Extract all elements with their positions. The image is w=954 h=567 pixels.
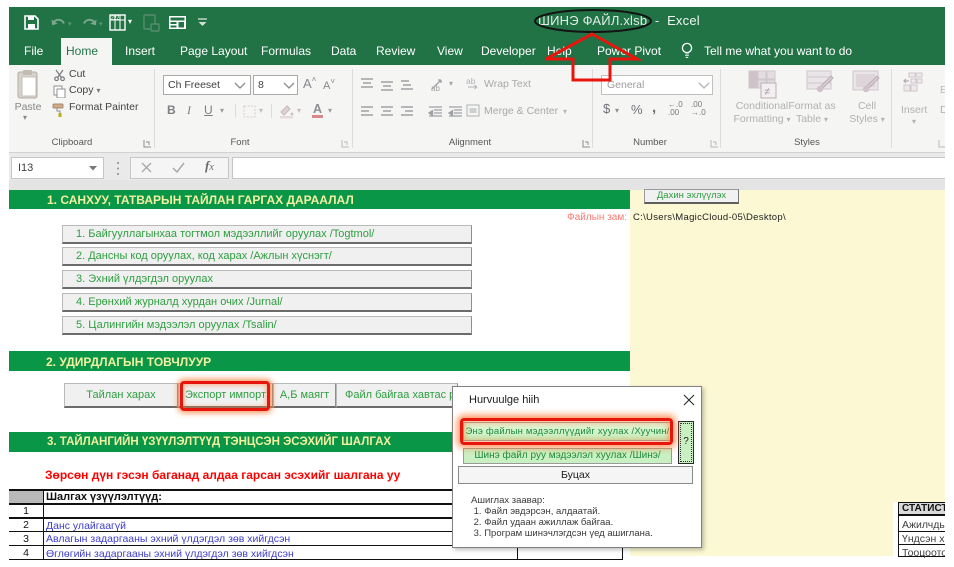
svg-text:222: 222 [111,16,120,22]
svg-text:≠: ≠ [764,86,770,98]
svg-text:ab: ab [431,84,440,92]
svg-text:ab: ab [466,76,476,86]
